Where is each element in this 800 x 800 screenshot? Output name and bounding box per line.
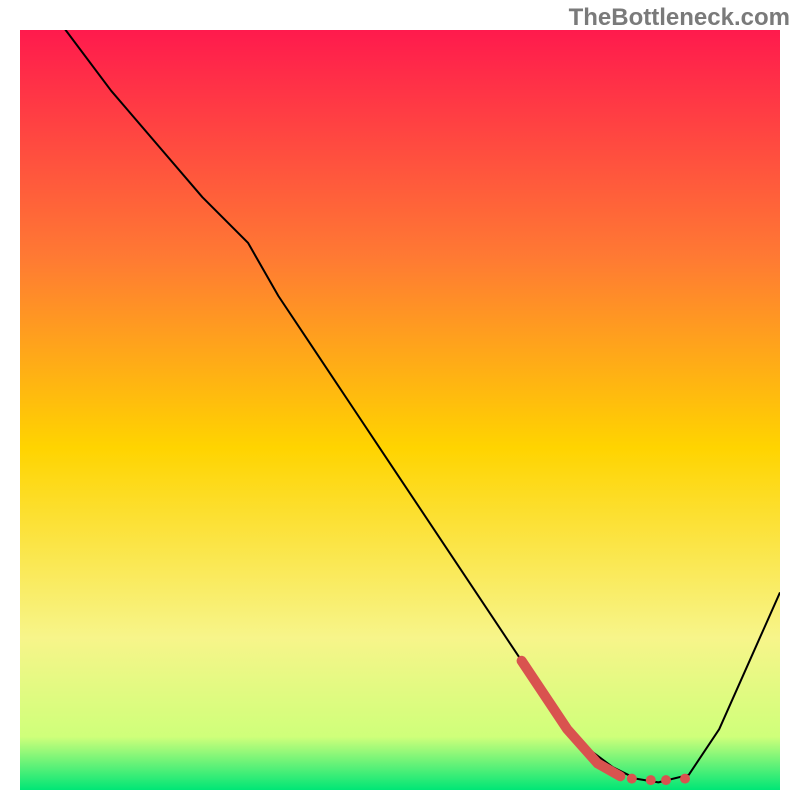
watermark-text: TheBottleneck.com xyxy=(569,4,790,32)
gradient-background xyxy=(20,30,780,790)
chart-svg xyxy=(20,30,780,790)
chart-stage: TheBottleneck.com xyxy=(0,0,800,800)
point-highlight-dots-3 xyxy=(680,774,690,784)
plot-area xyxy=(20,30,780,790)
point-highlight-dots-2 xyxy=(661,775,671,785)
point-highlight-dots-0 xyxy=(627,774,637,784)
point-highlight-dots-1 xyxy=(646,775,656,785)
